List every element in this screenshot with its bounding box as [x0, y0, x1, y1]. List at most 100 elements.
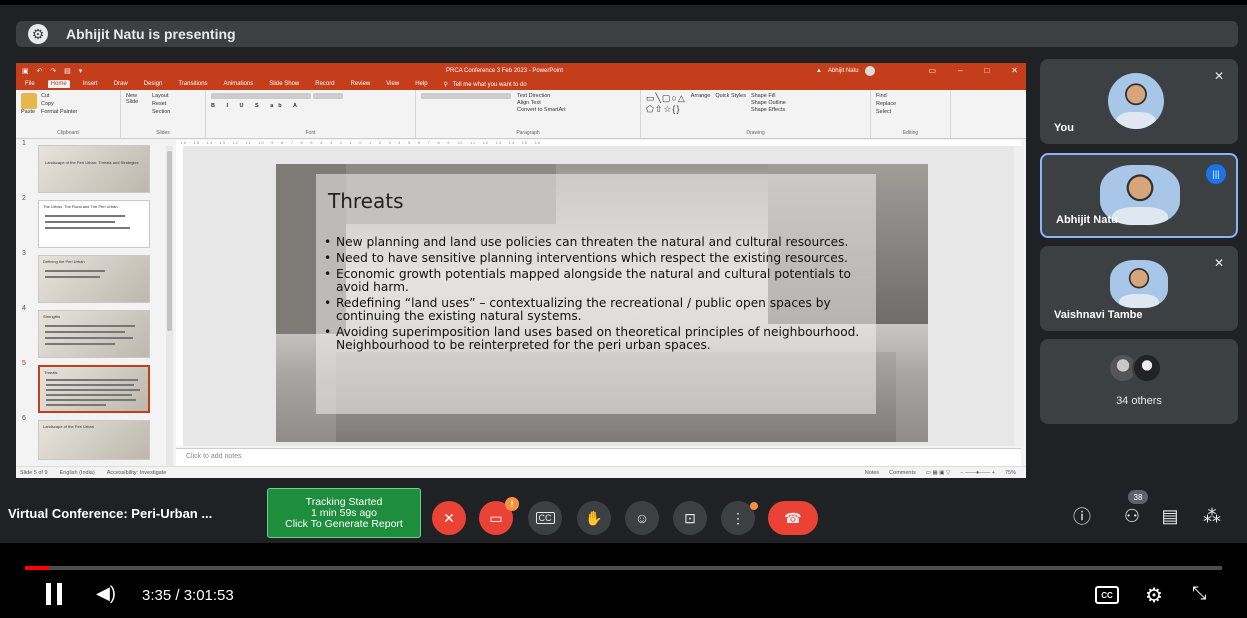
layout-button[interactable]: Layout [152, 93, 170, 99]
people-icon: ⚇ [1123, 505, 1141, 526]
quick-styles-button[interactable]: Quick Styles [715, 93, 746, 115]
leave-call-button[interactable]: ☎ [768, 501, 818, 535]
language-indicator[interactable]: English (India) [60, 470, 95, 476]
shape-outline-button[interactable]: Shape Outline [751, 100, 786, 106]
notes-pane[interactable]: Click to add notes [176, 448, 1021, 466]
slide-scrollbar[interactable] [1014, 146, 1024, 446]
clipboard-group-label: Clipboard [57, 130, 79, 136]
pause-button[interactable] [46, 583, 68, 605]
tell-me-text: Tell me what you want to do [452, 81, 527, 88]
settings-button[interactable]: ⚙ [1145, 583, 1163, 608]
reactions-button[interactable]: ☺ [625, 501, 659, 535]
thumbnails-scrollbar[interactable] [166, 146, 173, 466]
copy-button[interactable]: Copy [41, 101, 77, 107]
view-buttons[interactable]: ▭ ▦ ▣ ▽ [926, 470, 950, 476]
participant-name: Abhijit Natu [1056, 214, 1118, 226]
convert-smartart-button[interactable]: Convert to SmartArt [517, 107, 566, 113]
comments-toggle[interactable]: Comments [889, 470, 916, 476]
chat-icon: ▤ [1161, 505, 1179, 526]
close-icon[interactable]: ✕ [1011, 66, 1018, 75]
shape-fill-button[interactable]: Shape Fill [751, 93, 786, 99]
exit-fullscreen-button[interactable]: ⤡ [1192, 583, 1206, 604]
replace-button[interactable]: Replace [876, 101, 945, 107]
format-painter-button[interactable]: Format Painter [41, 109, 77, 115]
slide-counter: Slide 5 of 9 [20, 469, 48, 476]
captions-button[interactable]: CC [528, 501, 562, 535]
align-text-button[interactable]: Align Text [517, 100, 566, 106]
people-count-badge: 38 [1128, 490, 1148, 504]
drawing-group-label: Drawing [746, 130, 765, 136]
shape-effects-button[interactable]: Shape Effects [751, 107, 786, 113]
minimize-icon[interactable]: – [958, 66, 962, 75]
menu-file[interactable]: File [22, 80, 38, 88]
menu-design[interactable]: Design [141, 80, 166, 88]
menu-insert[interactable]: Insert [80, 80, 101, 88]
find-button[interactable]: Find [876, 93, 945, 99]
editing-group-label: Editing [902, 130, 919, 136]
restore-icon[interactable]: □ [984, 66, 989, 75]
menu-view[interactable]: View [383, 80, 402, 88]
menu-animations[interactable]: Animations [221, 80, 257, 88]
font-size-box[interactable] [312, 93, 343, 99]
pause-icon [46, 583, 51, 605]
participant-tile-abhijit-natu[interactable]: ||| Abhijit Natu [1040, 153, 1238, 238]
select-button[interactable]: Select [876, 109, 945, 115]
participant-tile-vaishnavi-tambe[interactable]: ✕ Vaishnavi Tambe [1040, 246, 1238, 331]
slide-thumbnail-3[interactable]: Defining the Peri Urban [38, 255, 150, 303]
accessibility-status[interactable]: Accessibility: Investigate [107, 470, 167, 476]
menu-transitions[interactable]: Transitions [175, 80, 210, 88]
slide-thumbnail-2[interactable]: The Urban, The Rural and The Peri Urban [38, 200, 150, 248]
font-style-buttons[interactable]: B I U S ab A [211, 103, 410, 109]
reset-button[interactable]: Reset [152, 101, 170, 107]
volume-button[interactable]: ◀) [96, 583, 116, 604]
menu-draw[interactable]: Draw [111, 80, 131, 88]
slide-thumbnail-5-selected[interactable]: Threats [38, 365, 150, 413]
notes-toggle[interactable]: Notes [865, 470, 879, 476]
activities-button[interactable]: ⁂ [1200, 504, 1224, 528]
font-group-label: Font [305, 130, 316, 136]
raise-hand-button[interactable]: ✋ [577, 501, 611, 535]
slides-group-label: Slides [156, 130, 170, 136]
section-button[interactable]: Section [152, 109, 170, 115]
progress-bar[interactable] [25, 566, 1222, 570]
slide-bullet: Avoiding superimposition land uses based… [324, 326, 884, 352]
zoom-level[interactable]: 75% [1005, 470, 1016, 476]
meeting-details-button[interactable]: ⓘ [1070, 504, 1094, 528]
tell-me-search[interactable]: ⚲ Tell me what you want to do [441, 80, 533, 89]
menu-record[interactable]: Record [312, 80, 337, 88]
slide-thumbnail-4[interactable]: Strengths [38, 310, 150, 358]
meeting-name: Virtual Conference: Peri-Urban ... [8, 506, 213, 521]
slide-thumbnail-6[interactable]: Landscape of the Peri Urban [38, 420, 150, 460]
arrange-button[interactable]: Arrange [691, 93, 711, 115]
cut-button[interactable]: Cut [41, 93, 77, 99]
ppt-user: ▲ Abhijit Natu [816, 65, 875, 76]
participant-tile-others[interactable]: 34 others [1040, 339, 1238, 424]
menu-review[interactable]: Review [348, 80, 374, 88]
new-slide-button[interactable]: New Slide [126, 93, 148, 115]
participant-name: Vaishnavi Tambe [1054, 309, 1143, 321]
subtitles-button[interactable]: CC [1095, 586, 1119, 604]
people-button[interactable]: ⚇ [1120, 504, 1144, 528]
font-name-box[interactable] [211, 93, 311, 99]
chat-button[interactable]: ▤ [1158, 504, 1182, 528]
list-buttons[interactable] [421, 93, 511, 99]
menu-home[interactable]: Home [47, 80, 70, 88]
quick-access-toolbar: ▣ ↶ ↷ ▤ ▾ [22, 67, 86, 75]
zoom-slider[interactable]: − ——●—— + [960, 470, 995, 476]
present-screen-button[interactable]: ⊡ [673, 501, 707, 535]
ribbon-display-icon[interactable]: ▭ [928, 66, 936, 75]
current-slide[interactable]: Threats New planning and land use polici… [276, 164, 928, 442]
text-direction-button[interactable]: Text Direction [517, 93, 566, 99]
participant-tile-you[interactable]: ✕ You [1040, 59, 1238, 144]
notification-dot [750, 502, 758, 510]
mic-toggle-button[interactable]: ✕ [432, 501, 466, 535]
thumb-caption-3: Defining the Peri Urban [43, 259, 85, 264]
menu-slide-show[interactable]: Slide Show [266, 80, 302, 88]
slide-thumbnail-1[interactable]: Landscape of the Peri Urban: Threats and… [38, 145, 150, 193]
menu-help[interactable]: Help [412, 80, 430, 88]
avatar [1108, 73, 1164, 129]
ppt-title-bar: ▣ ↶ ↷ ▤ ▾ PRCA Conference 3 Feb 2023 - P… [16, 63, 1026, 78]
tracking-report-button[interactable]: Tracking Started 1 min 59s ago Click To … [267, 488, 421, 538]
shapes-gallery[interactable]: ▭╲▢○△ ⬠⇧☆{} [646, 93, 686, 115]
paste-button[interactable]: Paste [21, 93, 37, 115]
